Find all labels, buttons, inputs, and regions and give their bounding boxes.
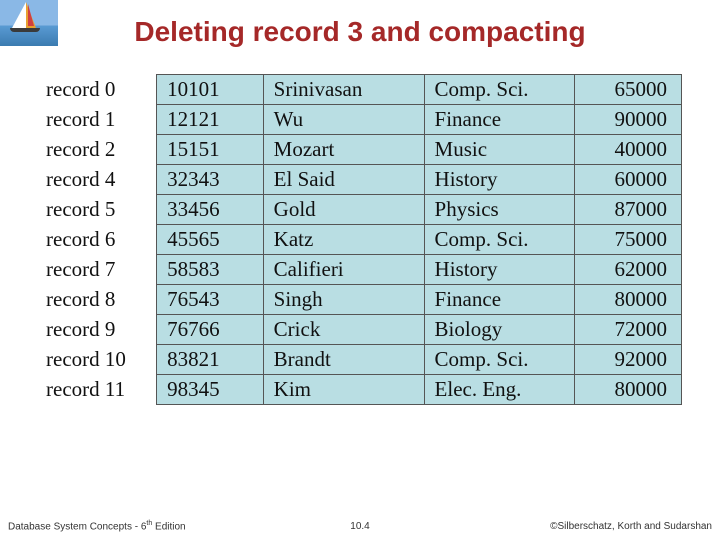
row-dept: History (424, 255, 575, 285)
row-dept: Comp. Sci. (424, 225, 575, 255)
row-label: record 4 (46, 165, 157, 195)
row-dept: Elec. Eng. (424, 375, 575, 405)
table-row: record 112121WuFinance90000 (46, 105, 682, 135)
row-id: 10101 (157, 75, 264, 105)
row-label: record 5 (46, 195, 157, 225)
row-dept: History (424, 165, 575, 195)
row-id: 98345 (157, 375, 264, 405)
row-id: 45565 (157, 225, 264, 255)
row-label: record 10 (46, 345, 157, 375)
row-name: El Said (263, 165, 424, 195)
table-row: record 432343El SaidHistory60000 (46, 165, 682, 195)
row-name: Califieri (263, 255, 424, 285)
row-label: record 6 (46, 225, 157, 255)
row-label: record 8 (46, 285, 157, 315)
row-id: 76766 (157, 315, 264, 345)
row-salary: 60000 (575, 165, 682, 195)
row-id: 83821 (157, 345, 264, 375)
row-salary: 80000 (575, 375, 682, 405)
row-label: record 0 (46, 75, 157, 105)
row-salary: 92000 (575, 345, 682, 375)
row-label: record 1 (46, 105, 157, 135)
row-name: Mozart (263, 135, 424, 165)
row-salary: 72000 (575, 315, 682, 345)
row-dept: Music (424, 135, 575, 165)
row-name: Kim (263, 375, 424, 405)
row-salary: 65000 (575, 75, 682, 105)
row-id: 32343 (157, 165, 264, 195)
row-salary: 87000 (575, 195, 682, 225)
table-row: record 215151MozartMusic40000 (46, 135, 682, 165)
slide-title: Deleting record 3 and compacting (0, 16, 720, 48)
row-id: 33456 (157, 195, 264, 225)
row-dept: Finance (424, 285, 575, 315)
row-label: record 7 (46, 255, 157, 285)
row-id: 76543 (157, 285, 264, 315)
table-row: record 010101SrinivasanComp. Sci.65000 (46, 75, 682, 105)
records-table: record 010101SrinivasanComp. Sci.65000re… (46, 74, 682, 405)
row-label: record 9 (46, 315, 157, 345)
row-name: Gold (263, 195, 424, 225)
table-row: record 1083821BrandtComp. Sci.92000 (46, 345, 682, 375)
row-name: Singh (263, 285, 424, 315)
row-dept: Comp. Sci. (424, 75, 575, 105)
table-row: record 645565KatzComp. Sci.75000 (46, 225, 682, 255)
row-salary: 75000 (575, 225, 682, 255)
row-label: record 2 (46, 135, 157, 165)
table-row: record 1198345KimElec. Eng.80000 (46, 375, 682, 405)
row-label: record 11 (46, 375, 157, 405)
footer-copyright: ©Silberschatz, Korth and Sudarshan (550, 521, 712, 532)
row-id: 15151 (157, 135, 264, 165)
row-dept: Finance (424, 105, 575, 135)
row-salary: 62000 (575, 255, 682, 285)
table-row: record 533456GoldPhysics87000 (46, 195, 682, 225)
row-salary: 80000 (575, 285, 682, 315)
row-dept: Biology (424, 315, 575, 345)
row-name: Srinivasan (263, 75, 424, 105)
row-id: 58583 (157, 255, 264, 285)
row-name: Crick (263, 315, 424, 345)
row-name: Wu (263, 105, 424, 135)
row-salary: 40000 (575, 135, 682, 165)
row-name: Brandt (263, 345, 424, 375)
table-row: record 758583CalifieriHistory62000 (46, 255, 682, 285)
row-salary: 90000 (575, 105, 682, 135)
row-dept: Comp. Sci. (424, 345, 575, 375)
row-name: Katz (263, 225, 424, 255)
table-row: record 976766CrickBiology72000 (46, 315, 682, 345)
table-row: record 876543SinghFinance80000 (46, 285, 682, 315)
row-id: 12121 (157, 105, 264, 135)
row-dept: Physics (424, 195, 575, 225)
